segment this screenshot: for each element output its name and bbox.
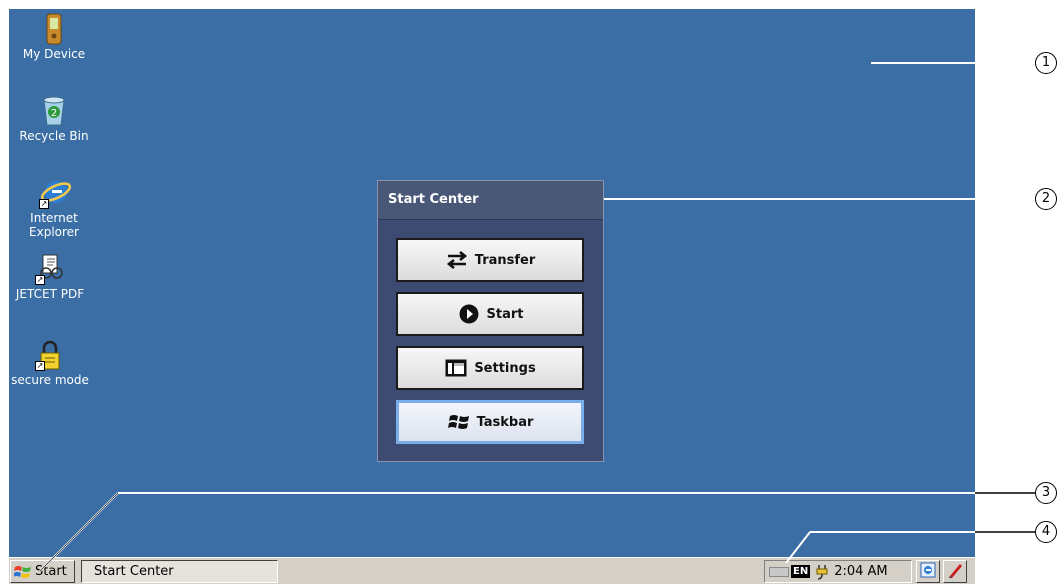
figure: My Device 2 Recycle Bin ↗ Internet Explo…: [0, 0, 1063, 584]
callout-leaders: [39, 492, 1035, 572]
